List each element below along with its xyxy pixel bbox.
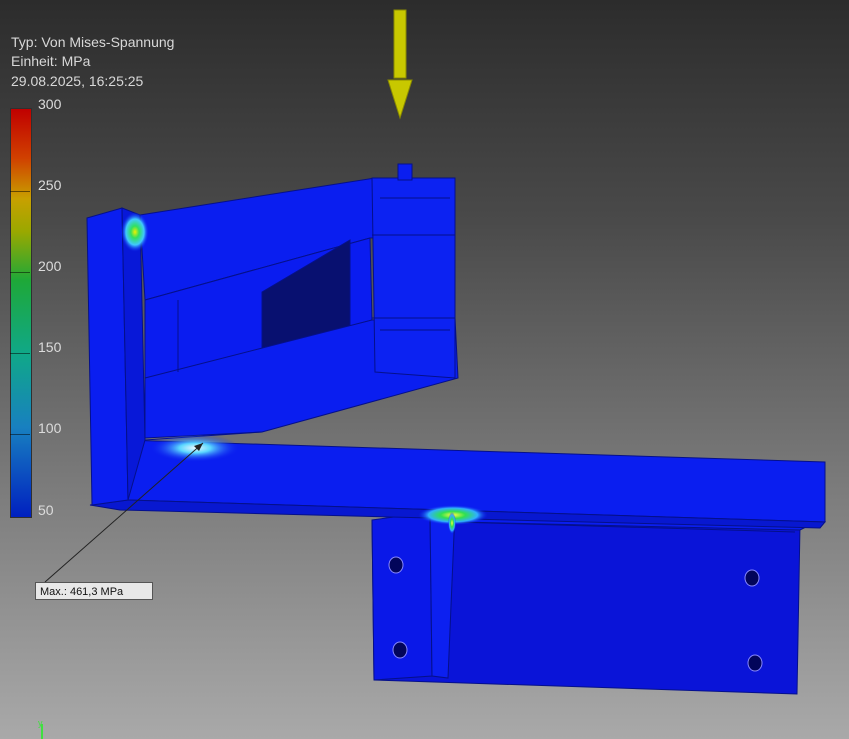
stress-hotspot [150,434,240,462]
fea-model[interactable]: y [0,0,849,739]
upper-frame[interactable] [139,163,459,441]
bolt-hole [747,654,763,672]
mounting-block[interactable] [371,509,821,695]
bolt-hole [392,641,408,659]
max-stress-probe-label[interactable]: Max.: 461,3 MPa [35,582,153,600]
stress-hotspot [121,212,149,252]
stress-hotspot [448,512,456,534]
load-pin [397,163,413,181]
view-triad-icon[interactable]: y [38,718,43,739]
svg-text:y: y [38,718,43,728]
graphics-viewport[interactable]: Typ: Von Mises-Spannung Einheit: MPa 29.… [0,0,849,739]
down-arrow-icon[interactable] [387,9,413,120]
vertical-post[interactable] [86,207,146,506]
bolt-hole [744,569,760,587]
bolt-hole [388,556,404,574]
